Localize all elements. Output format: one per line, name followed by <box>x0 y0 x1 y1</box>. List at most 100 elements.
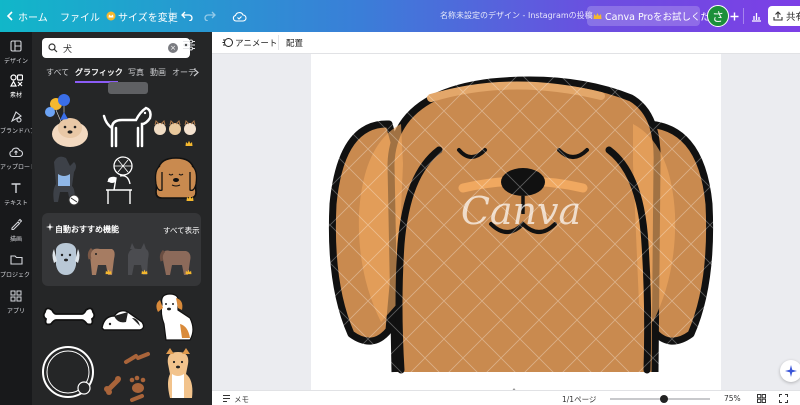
tab-videos[interactable]: 動画 <box>150 67 166 78</box>
search-query[interactable]: 犬 <box>63 42 72 55</box>
layout-icon <box>0 40 32 54</box>
divider <box>278 35 279 50</box>
filter-icon[interactable] <box>182 39 200 57</box>
apps-icon <box>0 290 32 304</box>
context-toolbar: アニメート 配置 <box>212 32 800 54</box>
magic-assistant-button[interactable] <box>780 360 800 382</box>
rail-label: アップロード <box>0 164 32 171</box>
design-page[interactable]: Canva <box>311 54 721 390</box>
graphic-item-dog-heads[interactable] <box>152 118 198 138</box>
crown-icon <box>186 195 194 202</box>
rail-label: 素材 <box>9 92 22 99</box>
crown-icon <box>593 12 602 20</box>
recommendations-section: 自動おすすめ機能 すべて表示 <box>42 213 201 286</box>
upload-icon <box>0 146 32 160</box>
text-icon <box>0 182 32 196</box>
page-indicator[interactable]: 1/1ページ <box>562 394 596 405</box>
graphic-item-dog-balloons[interactable] <box>40 94 98 150</box>
share-label: 共有 <box>786 12 800 23</box>
graphic-item-dog-corgi[interactable] <box>156 346 204 402</box>
crown-icon <box>141 269 148 275</box>
side-rail: デザイン 素材 ブランドハブ アップロード テキスト 描画 プロジェクト アプリ <box>0 32 32 405</box>
graphic-item-dog-face[interactable] <box>150 152 202 204</box>
share-button[interactable]: 共有 <box>768 6 800 26</box>
graphic-item-partial[interactable] <box>108 82 148 94</box>
resize-button[interactable]: サイズを変更 <box>118 9 178 24</box>
fullscreen-icon[interactable] <box>779 394 788 403</box>
avatar[interactable]: さ <box>707 5 729 27</box>
folder-icon <box>0 254 32 268</box>
elements-icon <box>0 74 32 88</box>
dog-illustration[interactable]: Canva <box>311 54 721 390</box>
document-title[interactable]: 名称未設定のデザイン - Instagramの投稿 <box>440 10 593 21</box>
zoom-slider-handle[interactable] <box>660 395 668 403</box>
rail-item-upload[interactable]: アップロード <box>0 142 32 176</box>
rail-item-projects[interactable]: プロジェクト <box>0 250 32 284</box>
crown-icon <box>106 7 116 25</box>
top-bar: ホーム ファイル サイズを変更 名称未設定のデザイン - Instagramの投… <box>0 0 800 32</box>
rail-label: ブランドハブ <box>0 128 32 135</box>
sparkle-icon <box>46 223 54 231</box>
rail-item-design[interactable]: デザイン <box>0 36 32 70</box>
recommendations-title: 自動おすすめ機能 <box>55 225 119 234</box>
divider <box>743 8 744 24</box>
share-icon <box>773 11 783 21</box>
draw-icon <box>0 218 32 232</box>
canva-watermark: Canva <box>461 189 581 233</box>
tab-all[interactable]: すべて <box>46 67 69 78</box>
chevron-right-icon[interactable] <box>193 68 199 77</box>
rail-item-text[interactable]: テキスト <box>0 178 32 212</box>
tab-photos[interactable]: 写真 <box>128 67 144 78</box>
rail-item-brand[interactable]: ブランドハブ <box>0 106 32 140</box>
crown-icon <box>105 269 112 275</box>
cloud-save-icon[interactable] <box>231 7 247 25</box>
crown-icon <box>185 140 193 147</box>
rail-item-draw[interactable]: 描画 <box>0 214 32 248</box>
see-all-link[interactable]: すべて表示 <box>163 225 200 236</box>
animate-button[interactable]: アニメート <box>235 37 277 49</box>
recommendation-item-2[interactable] <box>86 241 118 279</box>
divider <box>170 8 171 24</box>
redo-icon[interactable] <box>203 7 217 25</box>
animate-icon <box>222 37 233 48</box>
tab-graphics[interactable]: グラフィック <box>75 67 123 78</box>
graphic-item-dog-standing[interactable] <box>46 152 86 208</box>
rail-label: プロジェクト <box>0 272 32 279</box>
elements-panel: 犬 × すべて グラフィック 写真 動画 オーデ 自動おすすめ機能 すべて表示 <box>32 32 212 405</box>
notes-button[interactable]: メモ <box>234 394 249 405</box>
rail-item-elements[interactable]: 素材 <box>0 70 32 104</box>
crown-icon <box>185 269 192 275</box>
try-pro-button[interactable]: Canva Proをお試しください <box>587 6 729 26</box>
notes-icon <box>222 394 231 403</box>
recommendation-item-1[interactable] <box>50 241 82 279</box>
grid-view-icon[interactable] <box>757 394 766 403</box>
graphic-item-bones-paws[interactable] <box>102 350 152 405</box>
graphic-item-dog-sitting[interactable] <box>150 290 202 344</box>
rail-item-apps[interactable]: アプリ <box>0 286 32 320</box>
rail-label: アプリ <box>6 308 25 315</box>
position-button[interactable]: 配置 <box>286 37 303 49</box>
rail-label: 描画 <box>9 236 22 243</box>
search-input[interactable]: 犬 × <box>42 38 190 58</box>
home-button[interactable]: ホーム <box>18 9 48 24</box>
file-menu[interactable]: ファイル <box>60 9 100 24</box>
rail-label: テキスト <box>4 200 28 207</box>
plus-icon[interactable] <box>729 7 739 25</box>
graphic-item-dog-outline[interactable] <box>100 98 155 153</box>
search-icon <box>48 43 58 53</box>
graphic-item-frame[interactable] <box>40 344 96 400</box>
graphic-item-dog-lying[interactable] <box>98 304 148 334</box>
recommendation-item-3[interactable] <box>122 241 154 279</box>
clear-search-icon[interactable]: × <box>168 43 178 53</box>
analytics-icon[interactable] <box>750 7 762 25</box>
canvas-area: Canva <box>212 54 800 390</box>
zoom-level[interactable]: 75% <box>724 394 741 403</box>
graphic-item-bone[interactable] <box>42 304 96 330</box>
undo-icon[interactable] <box>180 7 194 25</box>
sparkle-icon <box>785 365 797 377</box>
bottom-bar: メモ 1/1ページ 75% <box>212 390 800 405</box>
brand-icon <box>0 110 32 124</box>
back-chevron-icon[interactable] <box>5 7 15 25</box>
graphic-item-dog-chair[interactable] <box>98 152 148 208</box>
rail-label: デザイン <box>3 58 28 65</box>
